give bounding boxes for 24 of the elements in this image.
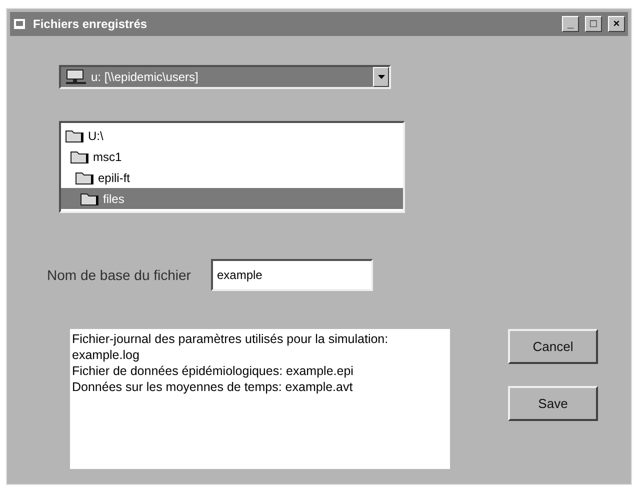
- base-name-field[interactable]: example: [210, 259, 373, 291]
- folder-icon: [75, 170, 95, 185]
- drive-value: u: [\\epidemic\users]: [91, 70, 200, 84]
- caret-icon: [378, 75, 384, 79]
- base-name-label: Nom de base du fichier: [47, 267, 191, 283]
- dropdown-button[interactable]: [373, 67, 389, 87]
- window-control-button[interactable]: _: [562, 16, 579, 32]
- folder-item[interactable]: epili-ft: [61, 167, 403, 188]
- dialog-button[interactable]: Cancel: [508, 329, 598, 364]
- window-control-button[interactable]: □: [585, 16, 602, 32]
- window-control-button[interactable]: ×: [608, 16, 625, 32]
- app-icon: [13, 17, 27, 31]
- folder-item[interactable]: files: [61, 188, 403, 209]
- folder-item[interactable]: U:\: [61, 125, 403, 146]
- folder-icon: [65, 128, 85, 143]
- dialog-button[interactable]: Save: [508, 386, 598, 421]
- drive-dropdown[interactable]: u: [\\epidemic\users]: [59, 65, 391, 89]
- network-drive-icon: [65, 69, 87, 85]
- output-file-text: Données sur les moyennes de temps: example.avt: [72, 379, 354, 395]
- folder-item[interactable]: msc1: [61, 146, 403, 167]
- folder-icon: [70, 149, 90, 164]
- output-file-text: Fichier de données épidémiologiques: example.epi: [72, 363, 354, 379]
- output-file-text: Fichier-journal des paramètres utilisés pour la simulation: example.log: [72, 331, 390, 363]
- window-title: Fichiers enregistrés: [33, 17, 148, 31]
